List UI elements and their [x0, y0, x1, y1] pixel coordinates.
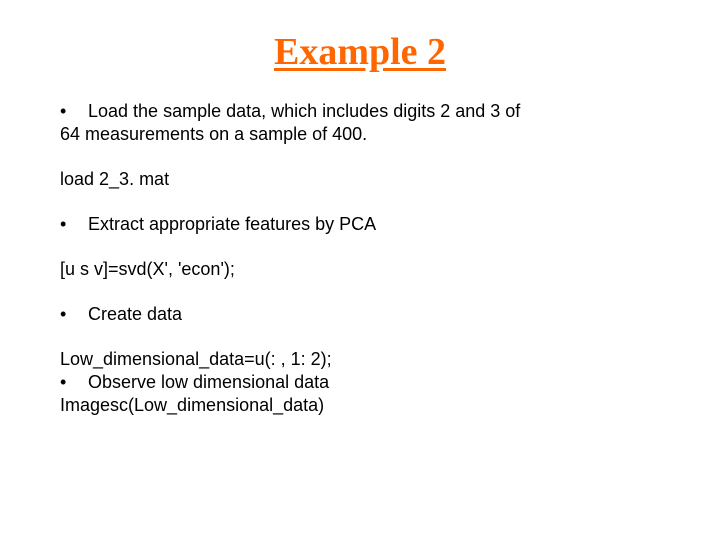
- slide-body: •Load the sample data, which includes di…: [0, 74, 720, 417]
- code-line-3: Low_dimensional_data=u(: , 1: 2);: [60, 348, 660, 371]
- bullet-text-1b: 64 measurements on a sample of 400.: [60, 124, 367, 144]
- bullet-item-1: •Load the sample data, which includes di…: [60, 100, 660, 146]
- bullet-text-4: Observe low dimensional data: [88, 372, 329, 392]
- bullet-text-3: Create data: [88, 304, 182, 324]
- bullet-glyph: •: [60, 371, 88, 394]
- bullet-glyph: •: [60, 213, 88, 236]
- bullet-text-1a: Load the sample data, which includes dig…: [88, 101, 520, 121]
- slide: Example 2 •Load the sample data, which i…: [0, 0, 720, 540]
- code-line-2: [u s v]=svd(X', 'econ');: [60, 258, 660, 281]
- bullet-text-2: Extract appropriate features by PCA: [88, 214, 376, 234]
- bullet-glyph: •: [60, 303, 88, 326]
- slide-title: Example 2: [0, 0, 720, 74]
- bullet-glyph: •: [60, 100, 88, 123]
- code-line-4: Imagesc(Low_dimensional_data): [60, 394, 660, 417]
- bullet-item-3: •Create data: [60, 303, 660, 326]
- code-line-1: load 2_3. mat: [60, 168, 660, 191]
- bullet-item-2: •Extract appropriate features by PCA: [60, 213, 660, 236]
- bullet-item-4: •Observe low dimensional data: [60, 371, 660, 394]
